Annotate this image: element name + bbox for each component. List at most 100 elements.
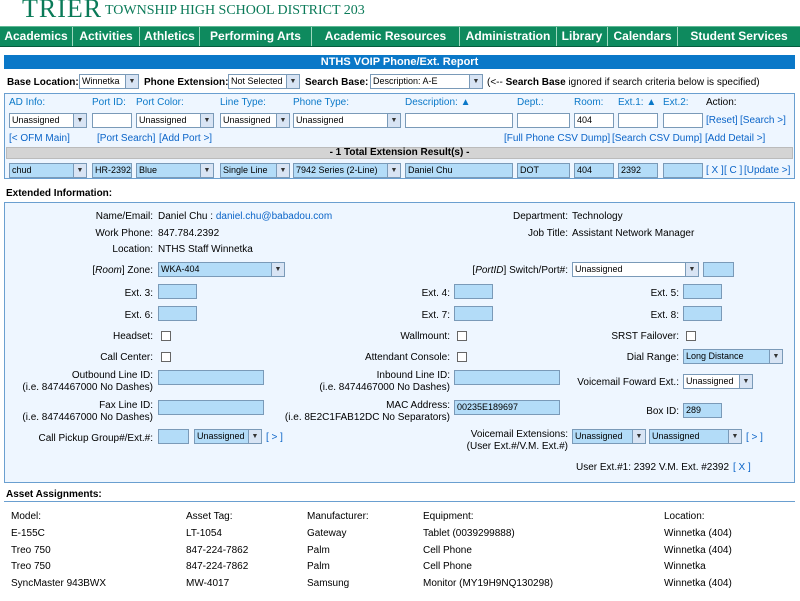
nav-activities[interactable]: Activities — [73, 27, 140, 46]
search-csv-dump-link[interactable]: [Search CSV Dump] — [612, 133, 702, 144]
asset-row-3-equipment: Monitor (MY19H9NQ130298) — [423, 578, 554, 589]
update-link[interactable]: [Update >] — [744, 165, 790, 176]
asset-row-3-tag: MW-4017 — [186, 578, 230, 589]
email-link[interactable]: daniel.chu@babadou.com — [216, 211, 332, 222]
voicemail-go-link[interactable]: [ > ] — [746, 432, 763, 443]
add-detail-link[interactable]: [Add Detail >] — [705, 133, 765, 144]
switch-port-input[interactable] — [703, 262, 734, 277]
asset-row-3-model: SyncMaster 943BWX — [11, 578, 107, 589]
result-ext2-input[interactable] — [663, 163, 703, 178]
user-ext-delete-link[interactable]: [ X ] — [733, 462, 751, 473]
mac-address-label: MAC Address: — [386, 400, 450, 411]
ext8-input[interactable] — [683, 306, 722, 321]
chevron-down-icon: ▼ — [73, 164, 86, 177]
mac-address-input[interactable]: 00235E189697 — [454, 400, 560, 415]
dept-input[interactable] — [517, 113, 570, 128]
fax-line-label: Fax Line ID: — [99, 400, 153, 411]
call-pickup-label: Call Pickup Group#/Ext.#: — [38, 433, 154, 444]
site-banner: TRIER TOWNSHIP HIGH SCHOOL DISTRICT 203 — [0, 0, 800, 26]
port-color-select[interactable]: Unassigned ▼ — [136, 113, 214, 128]
result-ad-info-select[interactable]: chud ▼ — [9, 163, 87, 178]
ext3-label: Ext. 3: — [124, 288, 153, 299]
call-pickup-input[interactable] — [158, 429, 189, 444]
ad-info-select[interactable]: Unassigned ▼ — [9, 113, 87, 128]
result-room-input[interactable]: 404 — [574, 163, 614, 178]
inbound-line-label: Inbound Line ID: — [376, 370, 450, 381]
asset-row-3-location: Winnetka (404) — [664, 578, 732, 589]
nav-academic-resources[interactable]: Academic Resources — [312, 27, 460, 46]
phone-extension-select[interactable]: Not Selected ▼ — [228, 74, 300, 89]
asset-row-2-location: Winnetka — [664, 561, 706, 572]
nav-student-services[interactable]: Student Services — [678, 27, 800, 46]
district-logo[interactable]: TRIER — [22, 0, 102, 24]
work-phone-label: Work Phone: — [95, 228, 153, 239]
box-id-input[interactable]: 289 — [683, 403, 722, 418]
header-ext1[interactable]: Ext.1: ▲ — [618, 97, 656, 108]
result-phone-type-select[interactable]: 7942 Series (2-Line) ▼ — [293, 163, 401, 178]
inbound-line-input[interactable] — [454, 370, 560, 385]
search-base-select[interactable]: Description: A-E ▼ — [370, 74, 483, 89]
delete-link[interactable]: [ X ] — [706, 165, 724, 176]
asset-row-0-location: Winnetka (404) — [664, 528, 732, 539]
base-location-select[interactable]: Winnetka ▼ — [79, 74, 139, 89]
result-port-id-input[interactable]: HR-2392- — [92, 163, 132, 178]
nav-athletics[interactable]: Athletics — [140, 27, 200, 46]
result-description-input[interactable]: Daniel Chu — [405, 163, 513, 178]
result-ext1-input[interactable]: 2392 — [618, 163, 658, 178]
chevron-down-icon: ▼ — [728, 430, 741, 443]
attendant-console-checkbox[interactable] — [457, 352, 467, 362]
chevron-down-icon: ▼ — [769, 350, 782, 363]
call-center-checkbox[interactable] — [161, 352, 171, 362]
nav-administration[interactable]: Administration — [460, 27, 557, 46]
add-port-link[interactable]: [Add Port >] — [159, 133, 212, 144]
result-port-color-select[interactable]: Blue ▼ — [136, 163, 214, 178]
phone-type-select[interactable]: Unassigned ▼ — [293, 113, 401, 128]
call-pickup-go-link[interactable]: [ > ] — [266, 432, 283, 443]
ext7-input[interactable] — [454, 306, 493, 321]
ext7-label: Ext. 7: — [421, 310, 450, 321]
result-line-type-select[interactable]: Single Line ▼ — [220, 163, 290, 178]
search-link[interactable]: [Search >] — [740, 115, 786, 126]
ext5-label: Ext. 5: — [650, 288, 679, 299]
ext3-input[interactable] — [158, 284, 197, 299]
outbound-line-input[interactable] — [158, 370, 264, 385]
copy-link[interactable]: [ C ] — [724, 165, 742, 176]
asset-row-2-manufacturer: Palm — [307, 561, 330, 572]
header-description[interactable]: Description: ▲ — [405, 97, 471, 108]
nav-performing-arts[interactable]: Performing Arts — [200, 27, 312, 46]
wallmount-checkbox[interactable] — [457, 331, 467, 341]
room-zone-select[interactable]: WKA-404 ▼ — [158, 262, 285, 277]
line-type-select[interactable]: Unassigned ▼ — [220, 113, 290, 128]
call-pickup-select[interactable]: Unassigned ▼ — [194, 429, 262, 444]
nav-academics[interactable]: Academics — [0, 27, 73, 46]
headset-checkbox[interactable] — [161, 331, 171, 341]
dial-range-select[interactable]: Long Distance ▼ — [683, 349, 783, 364]
asset-assignments-title: Asset Assignments: — [6, 489, 102, 500]
sort-up-icon: ▲ — [460, 97, 471, 108]
room-input[interactable]: 404 — [574, 113, 614, 128]
asset-header-model: Model: — [11, 511, 42, 522]
switch-select[interactable]: Unassigned ▼ — [572, 262, 699, 277]
nav-calendars[interactable]: Calendars — [608, 27, 678, 46]
port-search-link[interactable]: [Port Search] — [97, 133, 155, 144]
district-name: TOWNSHIP HIGH SCHOOL DISTRICT 203 — [105, 3, 365, 18]
box-id-label: Box ID: — [646, 406, 679, 417]
ext1-input[interactable] — [618, 113, 658, 128]
port-id-input[interactable] — [92, 113, 132, 128]
nav-library[interactable]: Library — [557, 27, 608, 46]
ext2-input[interactable] — [663, 113, 703, 128]
voicemail-user-ext-select[interactable]: Unassigned ▼ — [572, 429, 646, 444]
srst-failover-checkbox[interactable] — [686, 331, 696, 341]
ext4-input[interactable] — [454, 284, 493, 299]
reset-link[interactable]: [Reset] — [706, 115, 738, 126]
voicemail-forward-select[interactable]: Unassigned ▼ — [683, 374, 753, 389]
voicemail-extensions-hint: (User Ext.#/V.M. Ext.#) — [466, 441, 568, 452]
fax-line-input[interactable] — [158, 400, 264, 415]
voicemail-vm-ext-select[interactable]: Unassigned ▼ — [649, 429, 742, 444]
result-dept-input[interactable]: DOT — [517, 163, 570, 178]
ofm-main-link[interactable]: [< OFM Main] — [9, 133, 70, 144]
full-csv-dump-link[interactable]: [Full Phone CSV Dump] — [504, 133, 610, 144]
ext5-input[interactable] — [683, 284, 722, 299]
description-input[interactable] — [405, 113, 513, 128]
ext6-input[interactable] — [158, 306, 197, 321]
